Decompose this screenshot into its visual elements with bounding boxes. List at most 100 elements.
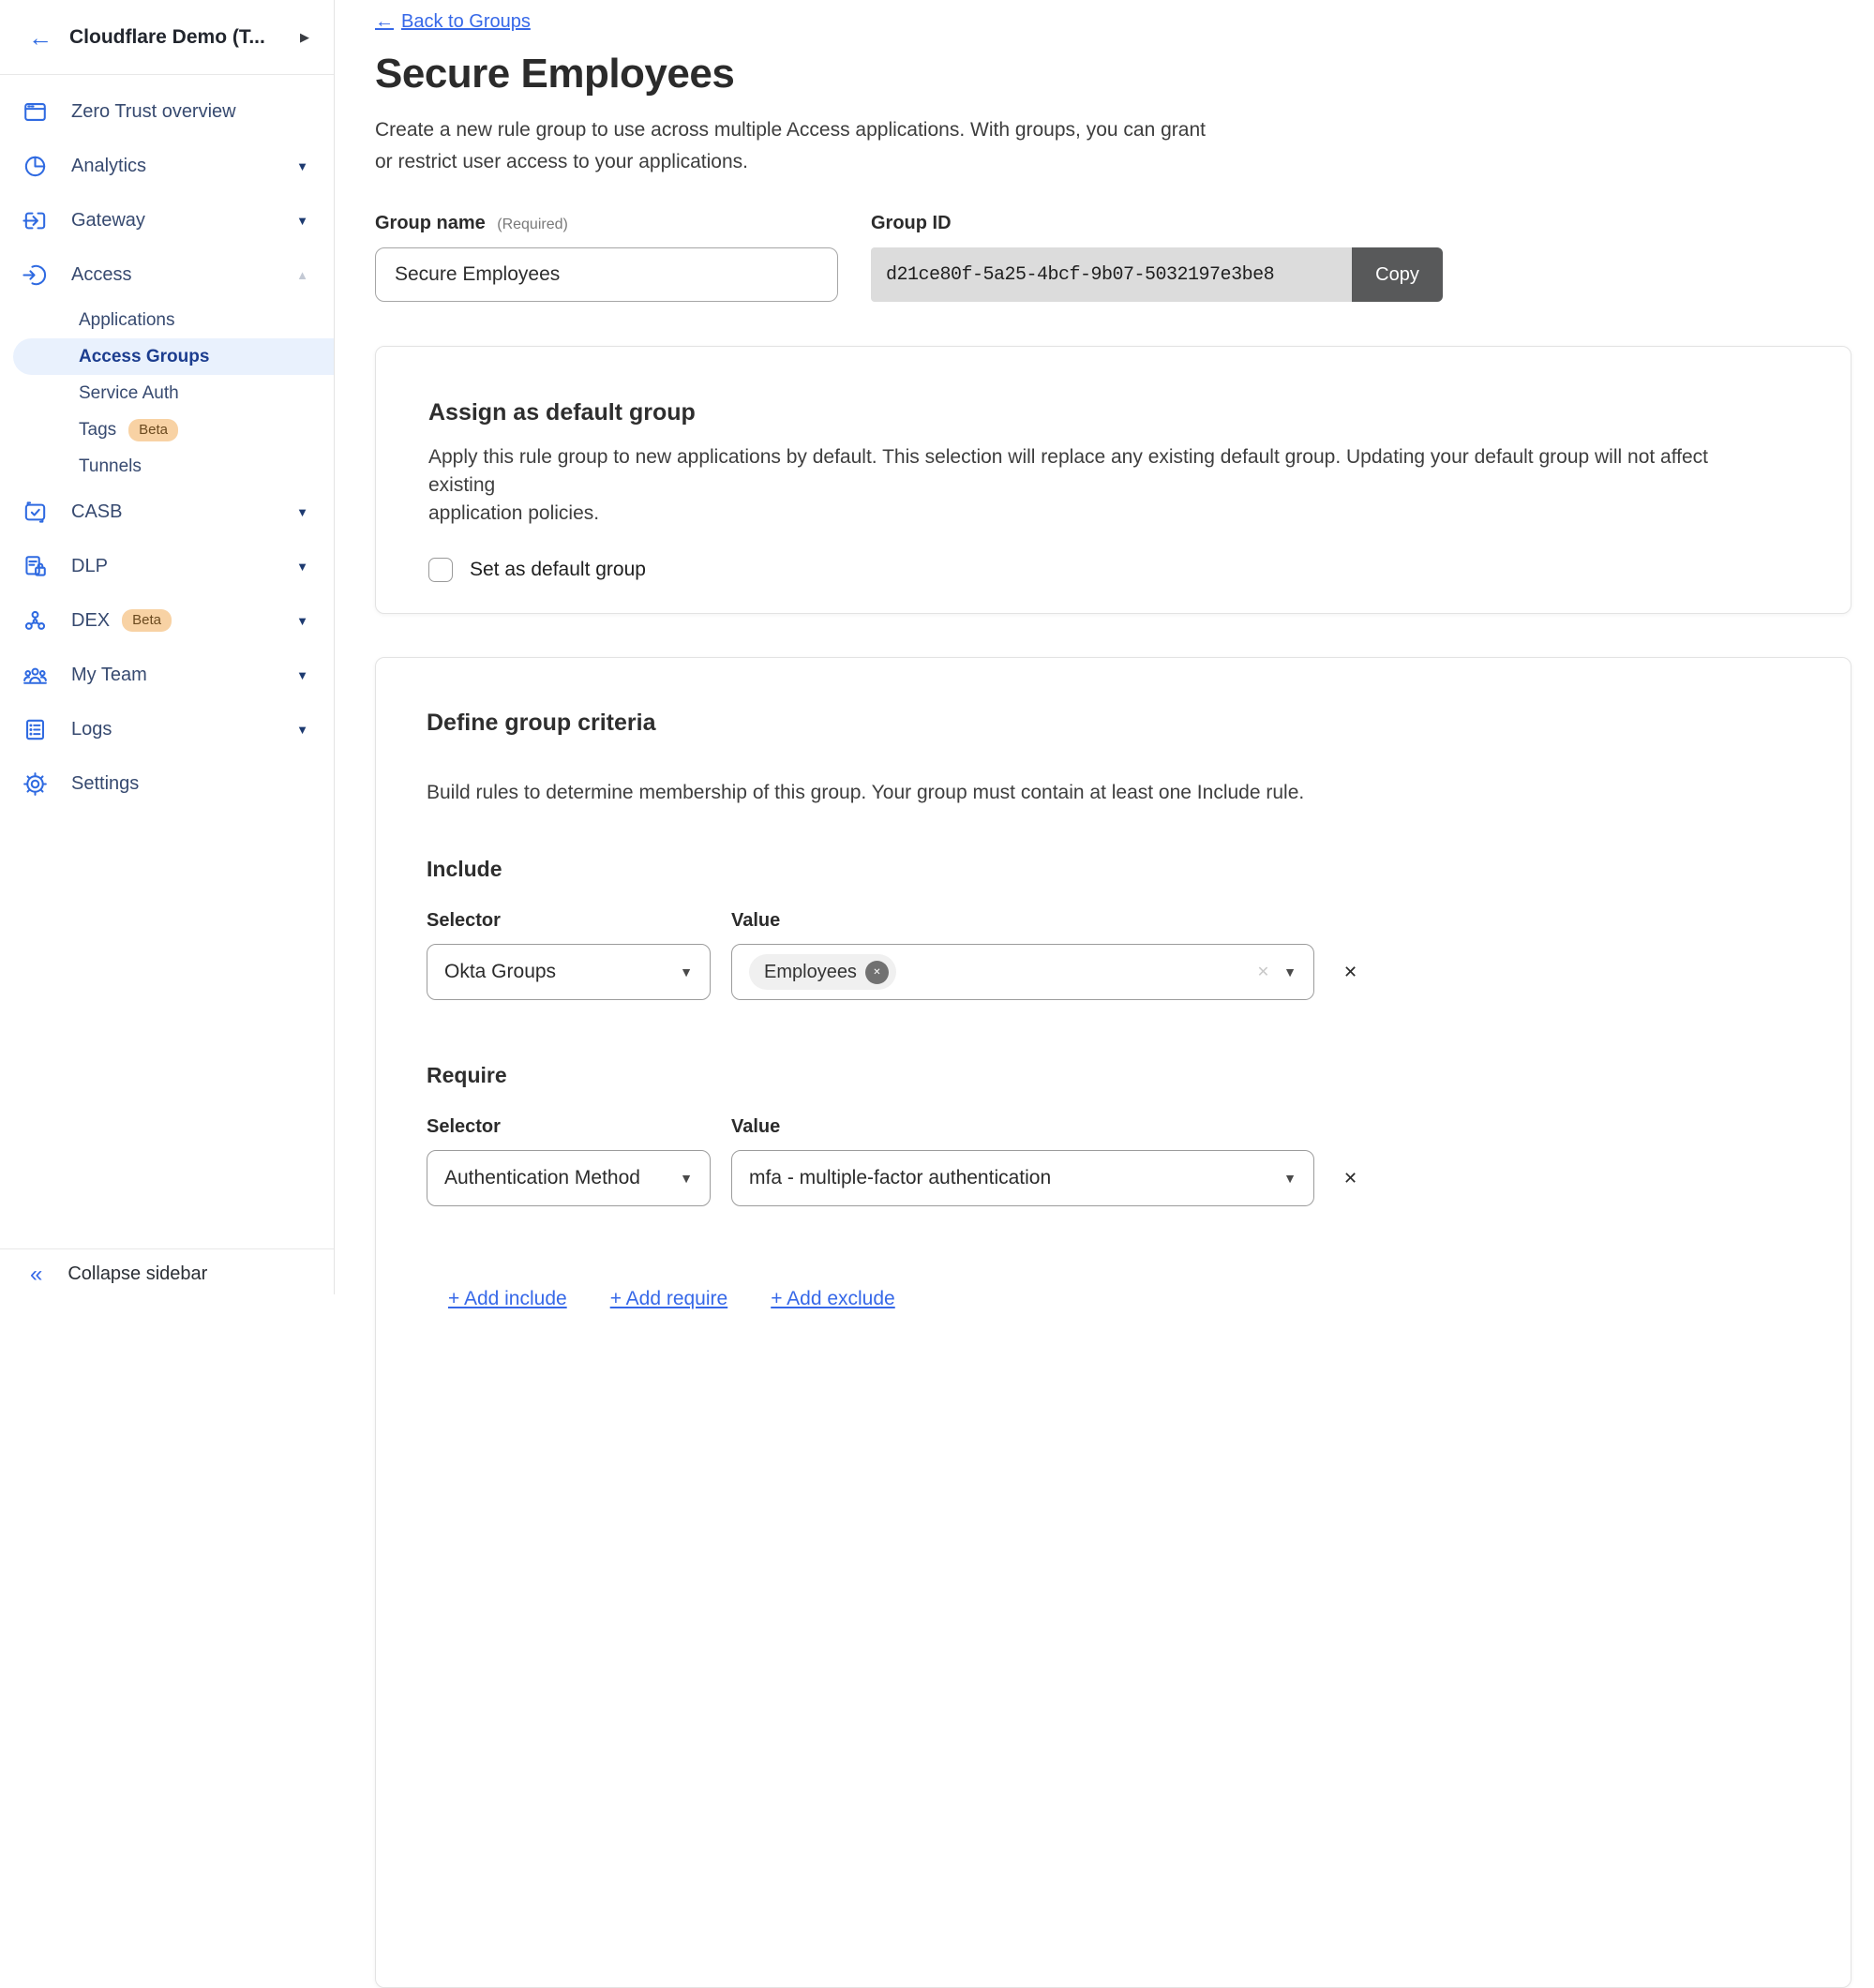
sidebar-item-label: CASB [71, 501, 122, 523]
chip-remove-icon[interactable]: ✕ [865, 961, 889, 984]
collapse-sidebar-label: Collapse sidebar [67, 1263, 207, 1285]
back-arrow-icon: ← [375, 11, 394, 33]
page-title: Secure Employees [375, 50, 1874, 98]
sidebar-item-label: DLP [71, 556, 108, 577]
selector-label: Selector [427, 1116, 731, 1138]
chevron-down-icon[interactable]: ▼ [296, 214, 308, 228]
required-hint: (Required) [497, 217, 568, 232]
sidebar-item-my-team[interactable]: My Team ▼ [0, 648, 334, 702]
sidebar-item-label: Access [71, 264, 131, 286]
require-selector-dropdown[interactable]: Authentication Method ▼ [427, 1150, 711, 1206]
casb-icon [22, 499, 49, 526]
value-label: Value [731, 1116, 780, 1138]
team-people-icon [22, 662, 49, 689]
chevrons-left-icon: « [30, 1263, 42, 1286]
sidebar-item-access[interactable]: Access ▲ [0, 247, 334, 302]
beta-badge: Beta [128, 419, 178, 441]
dex-network-icon [22, 607, 49, 635]
default-group-card: Assign as default group Apply this rule … [375, 346, 1852, 614]
chevron-down-icon[interactable]: ▼ [296, 614, 308, 628]
sidebar-item-applications[interactable]: Applications [0, 302, 334, 338]
sidebar-item-label: Zero Trust overview [71, 101, 236, 123]
sidebar-item-settings[interactable]: Settings [0, 756, 334, 811]
sidebar: ← Cloudflare Demo (T... ▶ Zero Trust ove… [0, 0, 335, 1294]
sidebar-item-label: Analytics [71, 156, 146, 177]
pie-chart-icon [22, 153, 49, 180]
sidebar-nav: Zero Trust overview Analytics ▼ Gateway … [0, 75, 334, 811]
selected-option: Authentication Method [444, 1167, 640, 1189]
require-value-dropdown[interactable]: mfa - multiple-factor authentication ▼ [731, 1150, 1314, 1206]
clear-icon[interactable]: ✕ [1257, 963, 1269, 981]
chevron-down-icon[interactable]: ▼ [296, 668, 308, 682]
chevron-down-icon: ▼ [1283, 964, 1297, 979]
sidebar-item-dex[interactable]: DEX Beta ▼ [0, 593, 334, 648]
chevron-down-icon[interactable]: ▼ [296, 505, 308, 519]
remove-include-rule-button[interactable]: ✕ [1343, 963, 1357, 982]
selected-option: mfa - multiple-factor authentication [749, 1167, 1051, 1189]
gateway-icon [22, 207, 49, 234]
sidebar-item-tags[interactable]: Tags Beta [0, 411, 334, 448]
chevron-down-icon[interactable]: ▼ [296, 159, 308, 173]
collapse-sidebar-button[interactable]: « Collapse sidebar [0, 1248, 334, 1294]
checkbox-label: Set as default group [470, 559, 646, 581]
sidebar-item-label: Service Auth [79, 383, 179, 404]
back-to-groups-link[interactable]: ← Back to Groups [375, 11, 531, 33]
copy-button[interactable]: Copy [1352, 247, 1443, 302]
back-arrow-icon[interactable]: ← [28, 25, 52, 50]
chevron-down-icon: ▼ [680, 1171, 693, 1186]
chevron-down-icon[interactable]: ▼ [296, 560, 308, 574]
chevron-up-icon[interactable]: ▲ [296, 268, 308, 282]
main-content: ← Back to Groups Secure Employees Create… [335, 0, 1874, 1294]
chevron-down-icon[interactable]: ▼ [296, 723, 308, 737]
group-name-input[interactable] [375, 247, 838, 302]
group-id-value: d21ce80f-5a25-4bcf-9b07-5032197e3be8 [871, 247, 1352, 302]
caret-right-icon[interactable]: ▶ [300, 30, 309, 45]
group-name-label: Group name [375, 213, 486, 233]
require-heading: Require [427, 1063, 1738, 1088]
card-title: Assign as default group [428, 399, 1738, 426]
sidebar-item-label: Access Groups [79, 347, 209, 367]
sidebar-item-dlp[interactable]: DLP ▼ [0, 539, 334, 593]
logs-list-icon [22, 716, 49, 743]
sidebar-item-label: Logs [71, 719, 112, 740]
chevron-down-icon: ▼ [680, 964, 693, 979]
sidebar-item-label: Gateway [71, 210, 145, 232]
document-lock-icon [22, 553, 49, 580]
criteria-card: Define group criteria Build rules to det… [375, 657, 1852, 1988]
account-switcher[interactable]: ← Cloudflare Demo (T... ▶ [0, 0, 334, 75]
include-heading: Include [427, 857, 1738, 882]
browser-window-icon [22, 98, 49, 126]
add-require-link[interactable]: + Add require [610, 1288, 728, 1310]
group-name-id-row: Group name (Required) Group ID d21ce80f-… [375, 213, 1874, 302]
sidebar-item-service-auth[interactable]: Service Auth [0, 375, 334, 411]
sidebar-item-label: Tunnels [79, 456, 142, 477]
sidebar-item-label: Tags [79, 420, 116, 441]
add-exclude-link[interactable]: + Add exclude [771, 1288, 895, 1310]
default-group-checkbox[interactable] [428, 558, 453, 582]
sidebar-item-analytics[interactable]: Analytics ▼ [0, 139, 334, 193]
sidebar-item-zero-trust-overview[interactable]: Zero Trust overview [0, 84, 334, 139]
card-title: Define group criteria [427, 710, 1738, 737]
value-label: Value [731, 910, 780, 932]
add-include-link[interactable]: + Add include [448, 1288, 567, 1310]
include-value-multiselect[interactable]: Employees ✕ ✕ ▼ [731, 944, 1314, 1000]
sidebar-item-gateway[interactable]: Gateway ▼ [0, 193, 334, 247]
sidebar-item-tunnels[interactable]: Tunnels [0, 448, 334, 485]
chevron-down-icon: ▼ [1283, 1171, 1297, 1186]
sidebar-item-label: DEX [71, 610, 110, 632]
back-link-label: Back to Groups [401, 11, 531, 33]
selector-label: Selector [427, 910, 731, 932]
sidebar-item-casb[interactable]: CASB ▼ [0, 485, 334, 539]
sidebar-item-logs[interactable]: Logs ▼ [0, 702, 334, 756]
account-name: Cloudflare Demo (T... [69, 26, 265, 49]
sidebar-item-label: Applications [79, 310, 174, 331]
selected-option: Okta Groups [444, 961, 556, 983]
beta-badge: Beta [122, 609, 172, 632]
remove-require-rule-button[interactable]: ✕ [1343, 1169, 1357, 1188]
include-selector-dropdown[interactable]: Okta Groups ▼ [427, 944, 711, 1000]
sidebar-item-access-groups[interactable]: Access Groups [13, 338, 334, 375]
page-description: Create a new rule group to use across mu… [375, 114, 1874, 178]
value-chip[interactable]: Employees ✕ [749, 954, 896, 990]
sidebar-item-label: Settings [71, 773, 139, 795]
card-description: Build rules to determine membership of t… [427, 782, 1738, 804]
